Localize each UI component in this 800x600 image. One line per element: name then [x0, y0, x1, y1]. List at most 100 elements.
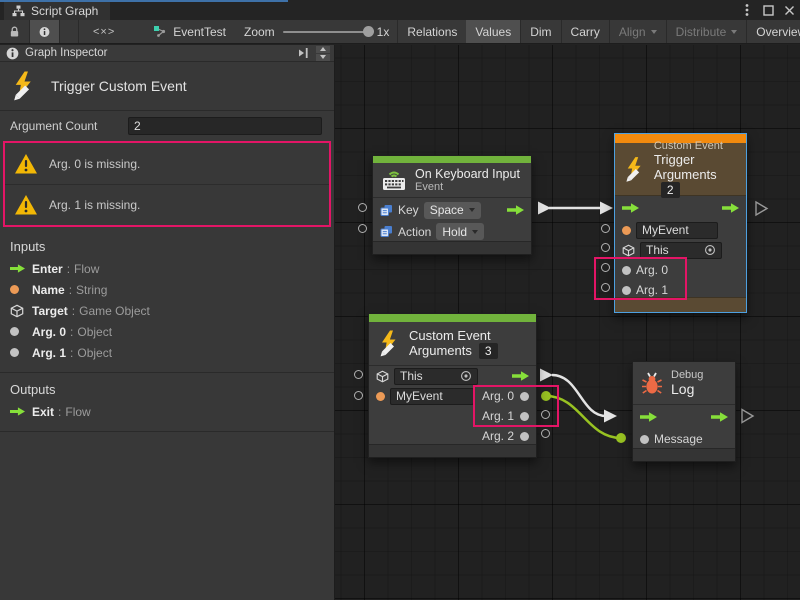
window-menu-icon[interactable] [740, 3, 754, 17]
inspector-toggle-button[interactable] [30, 20, 60, 43]
node-header: On Keyboard Input Event [373, 163, 531, 198]
custom-event-icon [623, 156, 646, 183]
object-picker-icon[interactable] [460, 370, 472, 382]
graph-toolbar: <×> EventTest Zoom 1x Relations Values D… [0, 20, 800, 44]
graph-name: EventTest [173, 25, 226, 39]
tab-script-graph[interactable]: Script Graph [4, 2, 110, 20]
graph-breadcrumb[interactable]: EventTest [143, 20, 236, 43]
flow-row [615, 196, 746, 220]
cube-icon[interactable] [376, 370, 389, 383]
string-port[interactable] [622, 226, 631, 235]
object-port[interactable] [622, 266, 631, 275]
node-custom-event-arguments[interactable]: Custom Event Arguments3 This MyEvent Arg… [368, 313, 537, 458]
flow-output-port[interactable] [711, 412, 728, 422]
unit-title-block: Trigger Custom Event [0, 62, 334, 111]
toolbar-button-overview[interactable]: Overview [747, 20, 800, 43]
tab-label: Script Graph [31, 4, 98, 18]
port-label-arg0: Arg. 0 [636, 263, 668, 277]
close-icon[interactable] [782, 3, 796, 17]
triangle-up-icon [320, 47, 326, 51]
graph-inspector-panel: Graph Inspector [0, 45, 335, 600]
node-footer [633, 448, 735, 461]
argument-count-badge: 2 [661, 182, 680, 198]
unconnected-port[interactable] [601, 283, 610, 292]
wire-arg0-to-message[interactable] [541, 391, 626, 443]
script-graph-icon [12, 5, 25, 17]
object-port[interactable] [622, 286, 631, 295]
scroll-down-button[interactable] [316, 54, 330, 61]
action-dropdown[interactable]: Hold [436, 223, 484, 240]
event-name-field[interactable]: MyEvent [390, 388, 474, 405]
flow-arrow-icon [10, 264, 25, 273]
node-footer [615, 297, 746, 312]
inspector-value-icon [380, 225, 393, 238]
node-subtitle: Event [415, 181, 520, 193]
toolbar-button-align[interactable]: Align [610, 20, 667, 43]
wire-keyboard-to-trigger[interactable] [538, 202, 613, 215]
object-output-port[interactable] [520, 412, 529, 421]
object-output-port[interactable] [520, 432, 529, 441]
cube-icon[interactable] [622, 244, 635, 257]
key-dropdown[interactable]: Space [424, 202, 481, 219]
argument-count-row: Argument Count [0, 111, 334, 140]
wire-arguments-to-debug[interactable] [540, 369, 617, 423]
flow-arrow-icon [10, 407, 25, 416]
toolbar-button-dim[interactable]: Dim [521, 20, 561, 43]
dock-panel-button[interactable] [298, 47, 310, 59]
target-field[interactable]: This [640, 242, 722, 259]
node-trigger-custom-event[interactable]: Custom Event Trigger Arguments2 MyEvent [614, 133, 747, 313]
port-row-arg0: Arg. 0 [615, 260, 746, 280]
object-picker-icon[interactable] [704, 244, 716, 256]
unconnected-port[interactable] [541, 410, 550, 419]
keyboard-icon [381, 169, 407, 191]
flow-output-port[interactable] [722, 203, 739, 213]
event-name-field[interactable]: MyEvent [636, 222, 718, 239]
flow-output-port[interactable] [512, 371, 529, 381]
triangle-down-icon [320, 55, 326, 59]
argument-count-field[interactable] [128, 117, 322, 135]
unconnected-port[interactable] [354, 370, 363, 379]
inspector-value-icon [380, 204, 393, 217]
string-port[interactable] [376, 392, 385, 401]
node-debug-log[interactable]: Debug Log Message [632, 361, 736, 462]
target-field[interactable]: This [394, 368, 478, 385]
port-row-target: This [615, 240, 746, 260]
unconnected-port[interactable] [601, 263, 610, 272]
toolbar-button-distribute[interactable]: Distribute [667, 20, 748, 43]
warning-icon [14, 153, 38, 175]
maximize-icon[interactable] [761, 3, 775, 17]
toolbar-button-relations[interactable]: Relations [397, 20, 466, 43]
object-port[interactable] [640, 435, 649, 444]
node-header: Custom Event Arguments3 [369, 322, 536, 366]
unconnected-port[interactable] [601, 243, 610, 252]
unconnected-port[interactable] [354, 391, 363, 400]
node-on-keyboard-input[interactable]: On Keyboard Input Event Key Space [372, 155, 532, 255]
unconnected-port[interactable] [358, 224, 367, 233]
flow-input-port[interactable] [622, 203, 639, 213]
zoom-value: 1x [377, 25, 390, 39]
zoom-slider-handle[interactable] [363, 26, 374, 37]
graph-node-icon [153, 25, 167, 38]
flow-input-port[interactable] [640, 412, 657, 422]
zoom-slider[interactable] [283, 31, 369, 33]
port-row-key: Key Space [373, 199, 531, 221]
object-output-port[interactable] [520, 392, 529, 401]
warning-arg1-missing: Arg. 1 is missing. [5, 184, 329, 225]
scroll-up-button[interactable] [316, 46, 330, 53]
code-preview-button[interactable]: <×> [78, 20, 129, 43]
port-label-key: Key [398, 203, 419, 217]
port-label-message: Message [654, 432, 703, 446]
unconnected-port[interactable] [541, 429, 550, 438]
toolbar-button-carry[interactable]: Carry [562, 20, 610, 43]
toolbar-button-values[interactable]: Values [466, 20, 521, 43]
unconnected-port[interactable] [358, 203, 367, 212]
node-title: On Keyboard Input [415, 167, 520, 181]
node-kind: Custom Event [654, 140, 738, 152]
unconnected-port[interactable] [601, 224, 610, 233]
input-row-arg1: Arg. 1:Object [0, 342, 334, 363]
inputs-heading: Inputs [0, 227, 334, 258]
custom-event-icon [377, 330, 401, 357]
graph-canvas[interactable]: On Keyboard Input Event Key Space [335, 45, 800, 600]
lock-button[interactable] [0, 20, 30, 43]
flow-output-port[interactable] [507, 205, 524, 215]
